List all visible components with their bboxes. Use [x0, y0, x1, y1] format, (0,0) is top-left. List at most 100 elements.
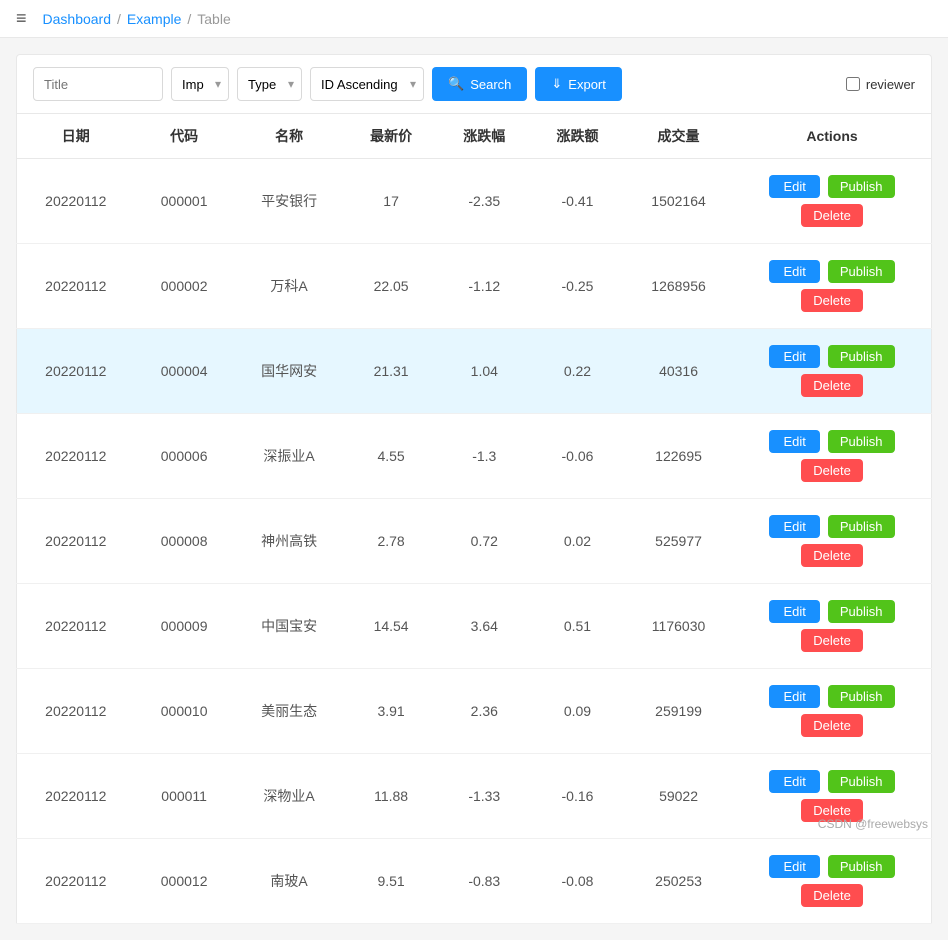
cell-volume: 122695 [624, 414, 733, 499]
delete-button[interactable]: Delete [801, 374, 863, 397]
cell-actions: Edit Publish Delete [733, 499, 931, 584]
cell-change-pct: -1.12 [438, 244, 531, 329]
reviewer-text: reviewer [866, 77, 915, 92]
cell-actions: Edit Publish Delete [733, 244, 931, 329]
cell-change-pct: -2.35 [438, 159, 531, 244]
reviewer-label[interactable]: reviewer [846, 77, 915, 92]
delete-button[interactable]: Delete [801, 714, 863, 737]
breadcrumb-dashboard[interactable]: Dashboard [43, 11, 112, 27]
delete-button[interactable]: Delete [801, 884, 863, 907]
cell-price: 2.78 [345, 499, 438, 584]
edit-button[interactable]: Edit [769, 770, 819, 793]
delete-button[interactable]: Delete [801, 459, 863, 482]
actions-row-top: Edit Publish [769, 600, 894, 623]
cell-change-amt: -0.08 [531, 839, 624, 924]
cell-volume: 525977 [624, 499, 733, 584]
cell-actions: Edit Publish Delete [733, 414, 931, 499]
table-row: 20220112 000004 国华网安 21.31 1.04 0.22 403… [17, 329, 932, 414]
cell-volume: 40316 [624, 329, 733, 414]
breadcrumb: Dashboard / Example / Table [43, 11, 231, 27]
cell-actions: Edit Publish Delete [733, 839, 931, 924]
search-icon: 🔍 [448, 76, 464, 92]
cell-date: 20220112 [17, 414, 135, 499]
actions-row-top: Edit Publish [769, 855, 894, 878]
table-row: 20220112 000011 深物业A 11.88 -1.33 -0.16 5… [17, 754, 932, 839]
actions-cell: Edit Publish Delete [749, 770, 915, 822]
publish-button[interactable]: Publish [828, 175, 895, 198]
imp-select-wrapper: Imp [171, 67, 229, 101]
cell-name: 南玻A [234, 839, 345, 924]
cell-price: 3.91 [345, 669, 438, 754]
table-row: 20220112 000010 美丽生态 3.91 2.36 0.09 2591… [17, 669, 932, 754]
table-header: 日期 代码 名称 最新价 涨跌幅 涨跌额 成交量 Actions [17, 114, 932, 159]
publish-button[interactable]: Publish [828, 345, 895, 368]
cell-volume: 250253 [624, 839, 733, 924]
col-code: 代码 [135, 114, 234, 159]
cell-actions: Edit Publish Delete [733, 669, 931, 754]
menu-icon[interactable]: ≡ [16, 8, 27, 29]
cell-name: 神州高铁 [234, 499, 345, 584]
breadcrumb-example[interactable]: Example [127, 11, 181, 27]
edit-button[interactable]: Edit [769, 175, 819, 198]
publish-button[interactable]: Publish [828, 600, 895, 623]
table-row: 20220112 000001 平安银行 17 -2.35 -0.41 1502… [17, 159, 932, 244]
cell-change-pct: 3.64 [438, 584, 531, 669]
search-label: Search [470, 77, 511, 92]
export-label: Export [568, 77, 606, 92]
cell-change-amt: 0.02 [531, 499, 624, 584]
cell-actions: Edit Publish Delete [733, 329, 931, 414]
cell-name: 中国宝安 [234, 584, 345, 669]
table-row: 20220112 000006 深振业A 4.55 -1.3 -0.06 122… [17, 414, 932, 499]
actions-cell: Edit Publish Delete [749, 430, 915, 482]
edit-button[interactable]: Edit [769, 260, 819, 283]
col-actions: Actions [733, 114, 931, 159]
publish-button[interactable]: Publish [828, 515, 895, 538]
publish-button[interactable]: Publish [828, 430, 895, 453]
cell-change-pct: -0.83 [438, 839, 531, 924]
cell-name: 万科A [234, 244, 345, 329]
edit-button[interactable]: Edit [769, 600, 819, 623]
cell-change-pct: 2.36 [438, 669, 531, 754]
cell-date: 20220112 [17, 244, 135, 329]
cell-change-pct: -1.3 [438, 414, 531, 499]
cell-name: 平安银行 [234, 159, 345, 244]
edit-button[interactable]: Edit [769, 430, 819, 453]
export-icon: ⇓ [551, 76, 562, 92]
page-content: Imp Type ID Ascending 🔍 Search ⇓ Export … [0, 38, 948, 940]
title-input[interactable] [33, 67, 163, 101]
actions-row-top: Edit Publish [769, 345, 894, 368]
cell-change-amt: 0.22 [531, 329, 624, 414]
edit-button[interactable]: Edit [769, 345, 819, 368]
export-button[interactable]: ⇓ Export [535, 67, 621, 101]
publish-button[interactable]: Publish [828, 855, 895, 878]
actions-cell: Edit Publish Delete [749, 515, 915, 567]
actions-cell: Edit Publish Delete [749, 600, 915, 652]
cell-price: 14.54 [345, 584, 438, 669]
cell-change-amt: -0.16 [531, 754, 624, 839]
edit-button[interactable]: Edit [769, 685, 819, 708]
cell-code: 000011 [135, 754, 234, 839]
edit-button[interactable]: Edit [769, 855, 819, 878]
actions-row-top: Edit Publish [769, 685, 894, 708]
cell-name: 深振业A [234, 414, 345, 499]
delete-button[interactable]: Delete [801, 204, 863, 227]
type-select[interactable]: Type [237, 67, 302, 101]
imp-select[interactable]: Imp [171, 67, 229, 101]
actions-cell: Edit Publish Delete [749, 855, 915, 907]
publish-button[interactable]: Publish [828, 260, 895, 283]
toolbar: Imp Type ID Ascending 🔍 Search ⇓ Export … [16, 54, 932, 113]
cell-price: 17 [345, 159, 438, 244]
delete-button[interactable]: Delete [801, 544, 863, 567]
publish-button[interactable]: Publish [828, 685, 895, 708]
cell-volume: 259199 [624, 669, 733, 754]
cell-date: 20220112 [17, 499, 135, 584]
edit-button[interactable]: Edit [769, 515, 819, 538]
publish-button[interactable]: Publish [828, 770, 895, 793]
search-button[interactable]: 🔍 Search [432, 67, 527, 101]
cell-code: 000012 [135, 839, 234, 924]
delete-button[interactable]: Delete [801, 289, 863, 312]
sort-select[interactable]: ID Ascending [310, 67, 424, 101]
delete-button[interactable]: Delete [801, 629, 863, 652]
table-row: 20220112 000009 中国宝安 14.54 3.64 0.51 117… [17, 584, 932, 669]
reviewer-checkbox[interactable] [846, 77, 860, 91]
